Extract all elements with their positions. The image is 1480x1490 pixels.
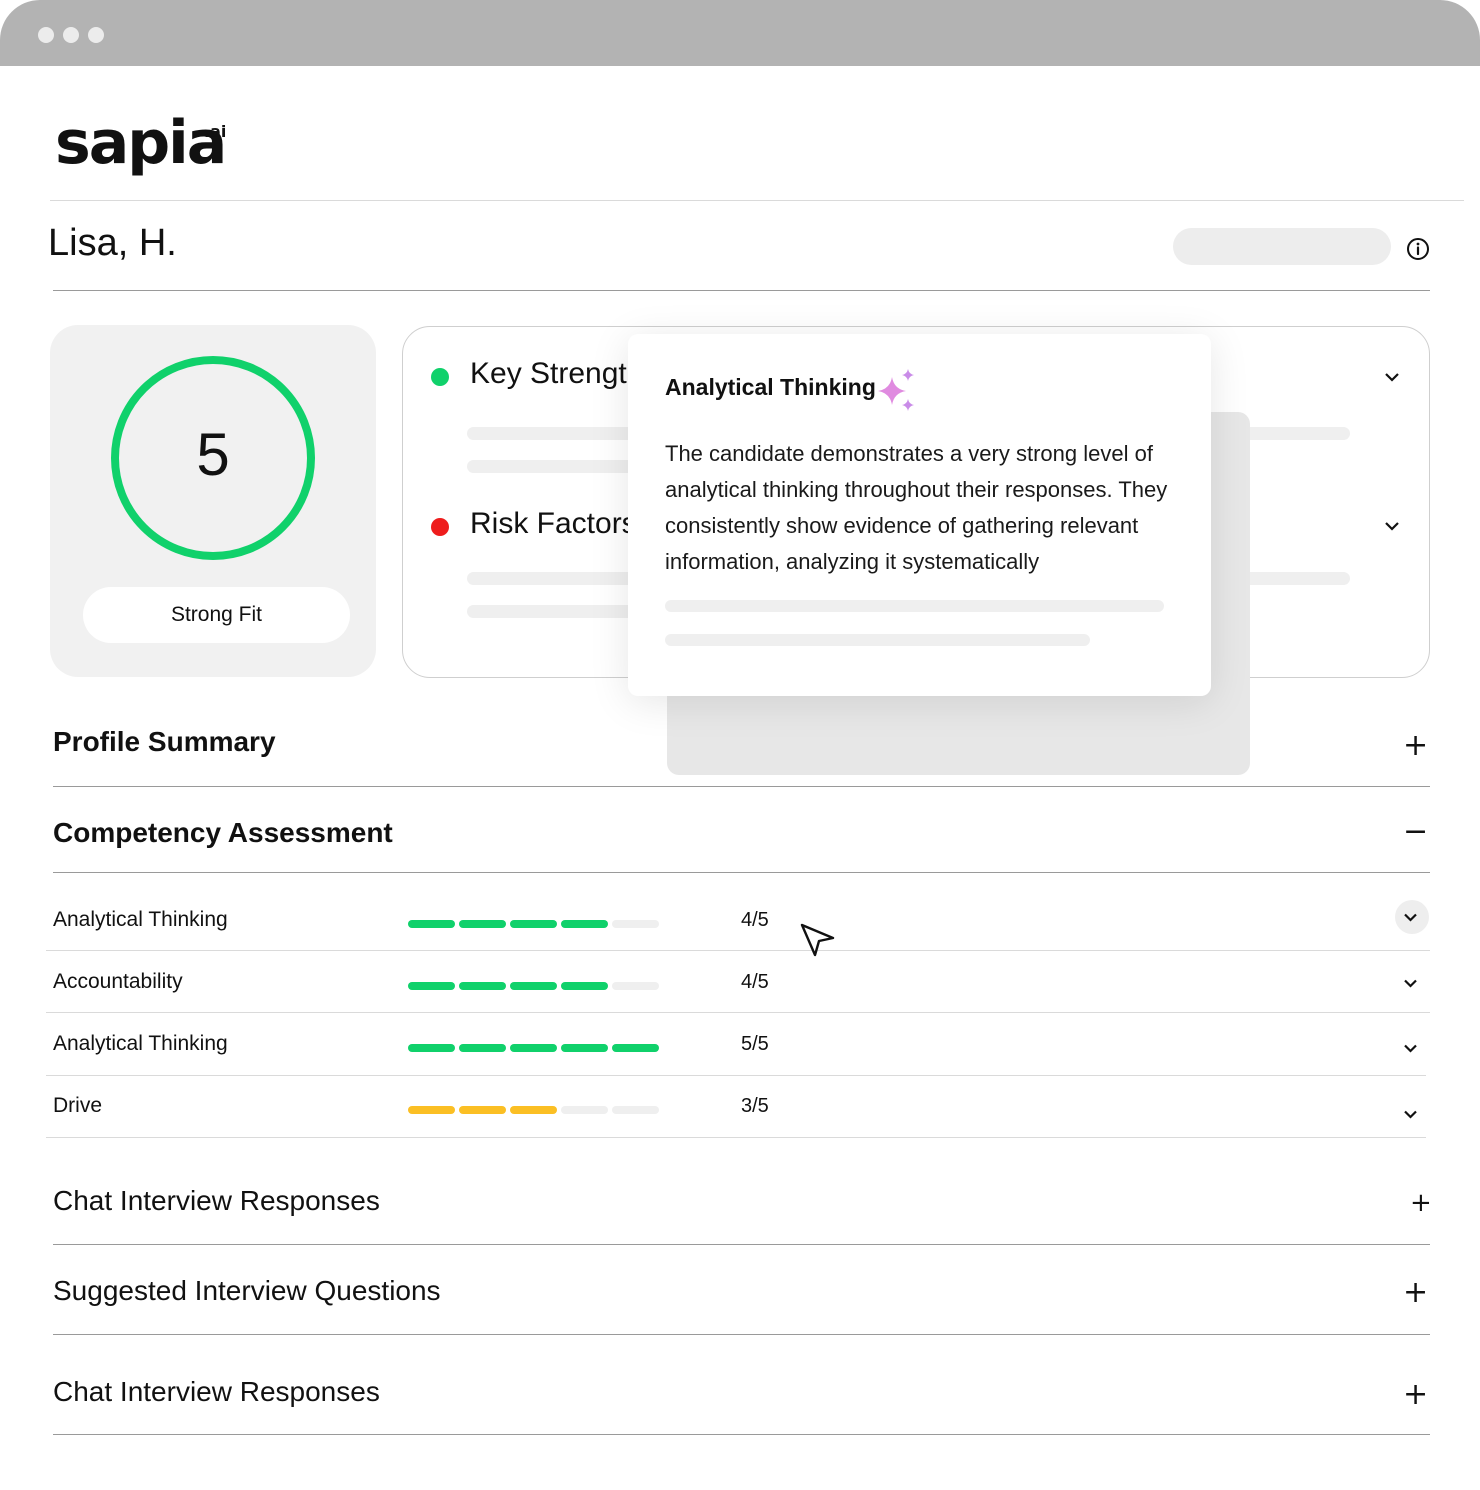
window-minimize-dot[interactable] — [63, 27, 79, 43]
score-bar-segment — [510, 1106, 557, 1114]
key-strengths-dot — [431, 368, 449, 386]
score-bar-segment — [561, 982, 608, 990]
section-title-competency[interactable]: Competency Assessment — [53, 817, 393, 849]
competency-name: Analytical Thinking — [53, 908, 228, 931]
score-bar-segment — [408, 1044, 455, 1052]
name-divider — [53, 290, 1430, 291]
competency-name: Drive — [53, 1094, 103, 1117]
score-bar-segment — [459, 1044, 506, 1052]
sapia-logo-suffix: .ai — [204, 122, 227, 141]
row-divider — [46, 1012, 1430, 1013]
popup-description: The candidate demonstrates a very strong… — [665, 441, 1168, 574]
chevron-down-icon[interactable] — [1402, 978, 1419, 989]
score-bar-segment — [408, 920, 455, 928]
score-bar-segment — [510, 1044, 557, 1052]
risk-factors-dot — [431, 518, 449, 536]
section-title-profile-summary[interactable]: Profile Summary — [53, 726, 276, 758]
score-bar-segment — [612, 1106, 659, 1114]
score-bar-segment — [459, 982, 506, 990]
expand-plus-icon[interactable]: + — [1403, 1278, 1428, 1308]
risk-factors-chevron-down-icon[interactable] — [1383, 520, 1401, 532]
score-bar-segment — [510, 920, 557, 928]
sapia-logo: sapia — [55, 108, 227, 178]
candidate-name: Lisa, H. — [48, 222, 177, 264]
section-title-suggested-questions[interactable]: Suggested Interview Questions — [53, 1275, 441, 1307]
info-icon[interactable] — [1406, 237, 1430, 261]
section-divider — [53, 872, 1430, 873]
competency-score: 4/5 — [741, 909, 769, 931]
competency-score: 3/5 — [741, 1095, 769, 1117]
section-title-chat-responses[interactable]: Chat Interview Responses — [53, 1376, 380, 1408]
expand-plus-icon[interactable]: + — [1403, 731, 1428, 761]
popup-placeholder-line — [665, 600, 1164, 612]
section-divider — [53, 1334, 1430, 1335]
score-bar-segment — [612, 920, 659, 928]
row-divider — [46, 950, 1430, 951]
mouse-cursor-icon — [800, 923, 835, 957]
score-bar-segment — [561, 1106, 608, 1114]
section-divider — [53, 1244, 1430, 1245]
chevron-down-icon[interactable] — [1402, 912, 1419, 923]
window-maximize-dot[interactable] — [88, 27, 104, 43]
score-value: 5 — [196, 421, 230, 488]
key-strengths-chevron-down-icon[interactable] — [1383, 371, 1401, 383]
popup-placeholder-line — [665, 634, 1090, 646]
expand-plus-icon[interactable]: + — [1410, 1188, 1432, 1218]
row-divider — [46, 1137, 1426, 1138]
window-close-dot[interactable] — [38, 27, 54, 43]
competency-score: 4/5 — [741, 971, 769, 993]
competency-name: Analytical Thinking — [53, 1032, 228, 1055]
collapse-minus-icon[interactable]: − — [1403, 817, 1428, 847]
score-bar-segment — [561, 920, 608, 928]
expand-plus-icon[interactable]: + — [1403, 1380, 1428, 1410]
risk-factors-label[interactable]: Risk Factors — [470, 507, 630, 541]
competency-score: 5/5 — [741, 1033, 769, 1055]
competency-name: Accountability — [53, 970, 183, 993]
section-title-chat-responses[interactable]: Chat Interview Responses — [53, 1185, 380, 1217]
score-bar-segment — [510, 982, 557, 990]
score-bar-segment — [459, 920, 506, 928]
key-strengths-label[interactable]: Key Strengths — [470, 357, 628, 391]
chevron-down-icon[interactable] — [1402, 1109, 1419, 1120]
score-bar-segment — [408, 982, 455, 990]
ai-sparkle-icon — [878, 369, 914, 411]
score-bar-segment — [612, 982, 659, 990]
score-bar-segment — [408, 1106, 455, 1114]
section-divider — [53, 1434, 1430, 1435]
chevron-down-icon[interactable] — [1402, 1043, 1419, 1054]
row-divider — [46, 1075, 1426, 1076]
score-bar-segment — [612, 1044, 659, 1052]
fit-badge: Strong Fit — [83, 587, 350, 643]
browser-window: sapia .ai Lisa, H. 5 Strong Fit Key Stre… — [0, 0, 1480, 1490]
score-bar-segment — [459, 1106, 506, 1114]
header-divider — [50, 200, 1464, 201]
status-pill-placeholder — [1173, 228, 1391, 265]
section-divider — [53, 786, 1430, 787]
popup-title: Analytical Thinking — [665, 374, 876, 400]
window-titlebar — [0, 0, 1480, 66]
score-bar-segment — [561, 1044, 608, 1052]
